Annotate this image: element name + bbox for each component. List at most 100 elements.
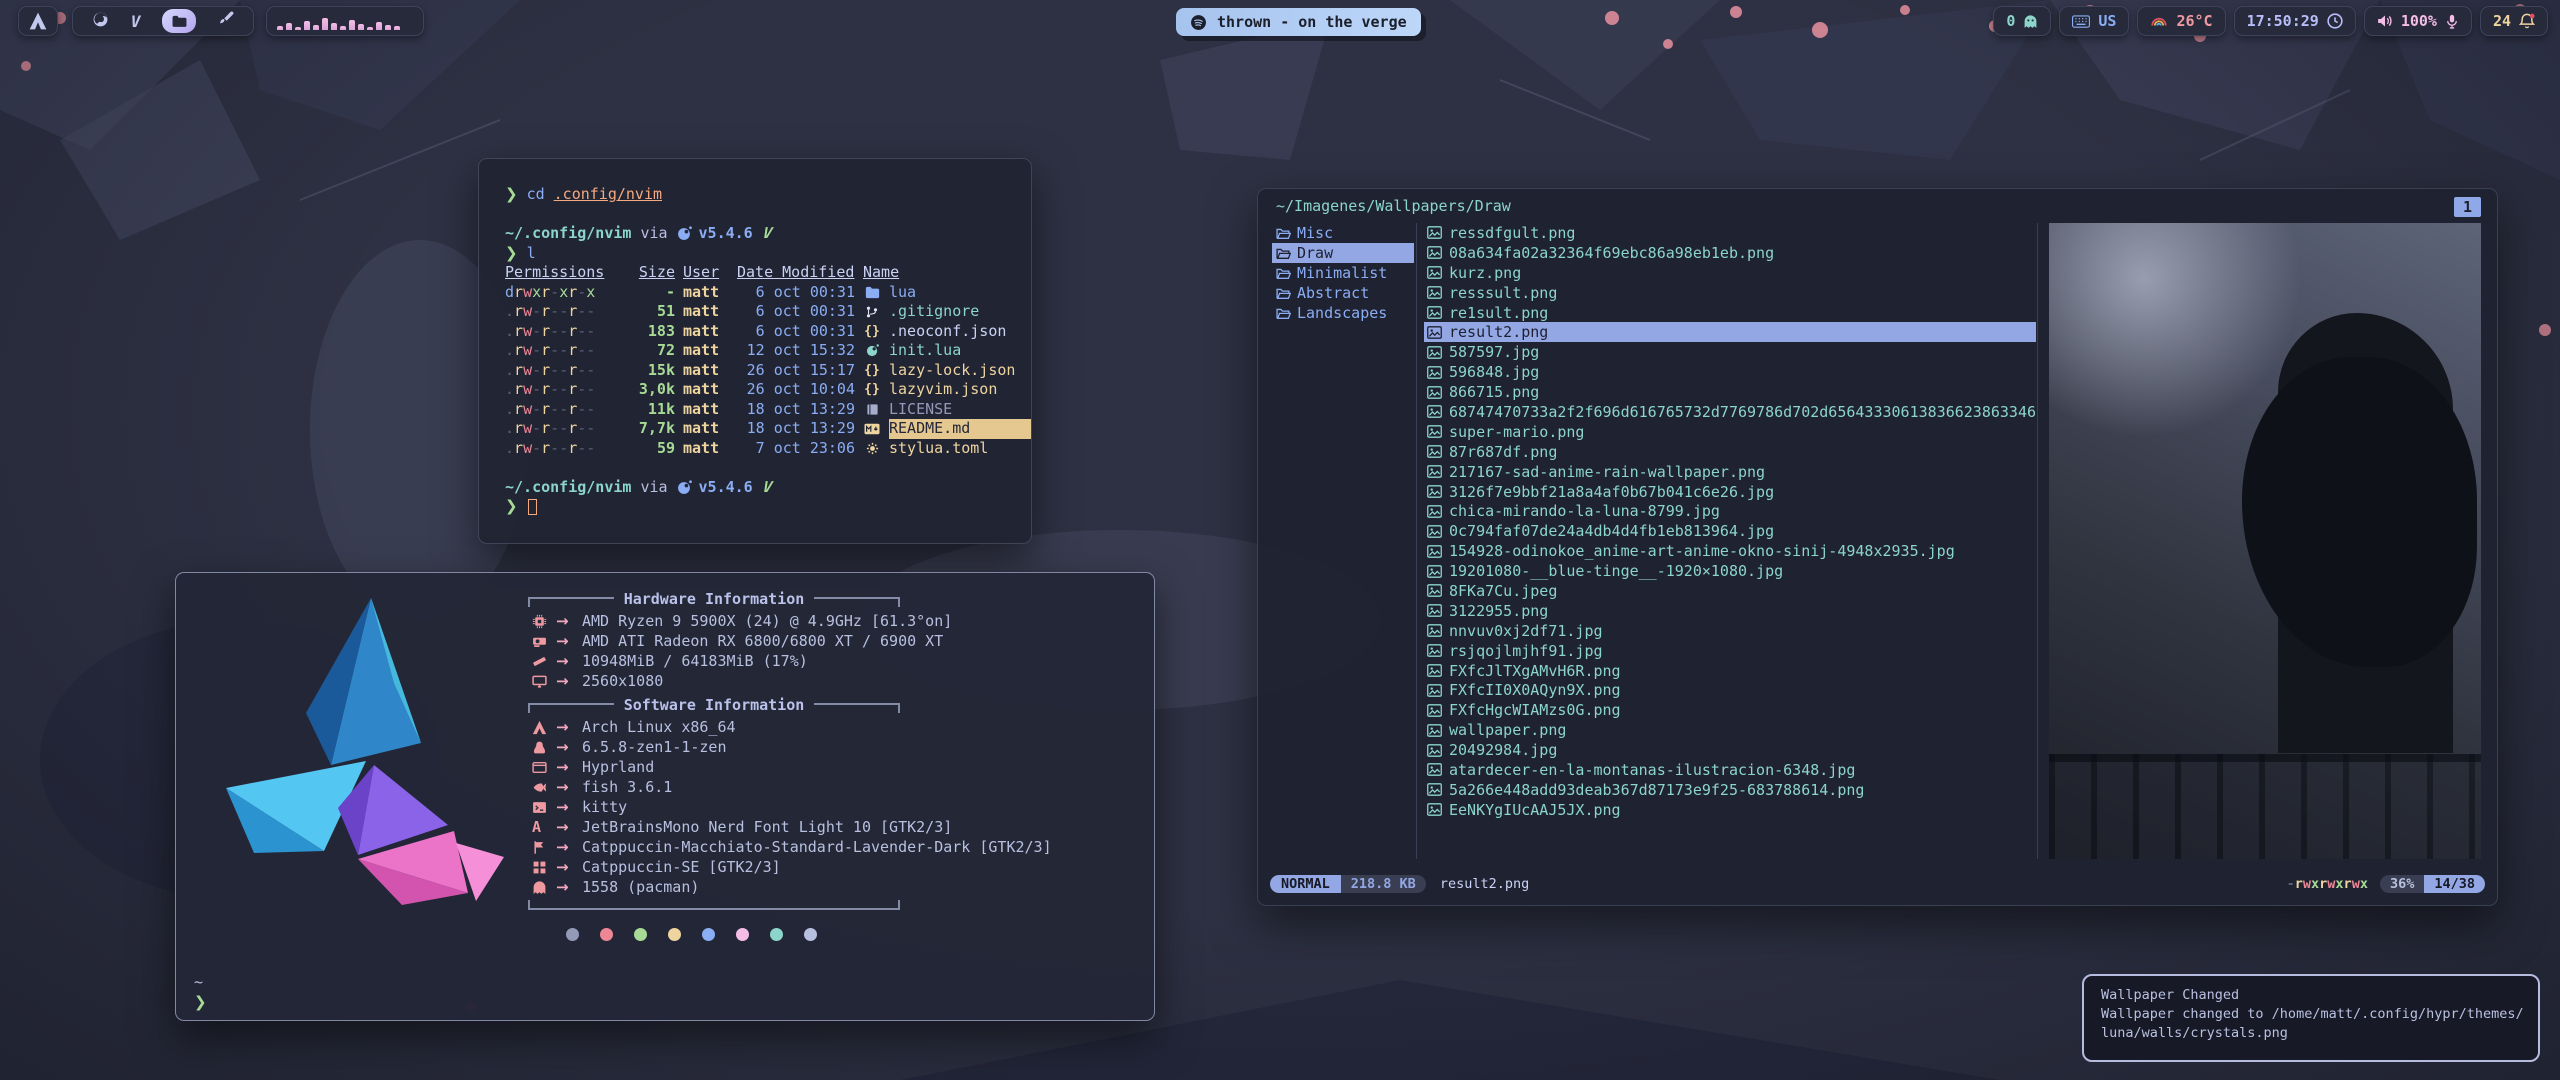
- file-item[interactable]: 3122955.png: [1424, 601, 2036, 621]
- keyboard-icon: [2072, 15, 2090, 28]
- file-item[interactable]: 3126f7e9bbf21a8a4af0b67b041c6e26.jpg: [1424, 482, 2036, 502]
- parent-directory-list: Misc Draw Minimalist: [1272, 223, 1414, 323]
- file-item[interactable]: 87r687df.png: [1424, 442, 2036, 462]
- updates-module[interactable]: 0: [1993, 6, 2051, 36]
- notification-popup[interactable]: Wallpaper Changed Wallpaper changed to /…: [2082, 974, 2540, 1062]
- folder-name: Misc: [1297, 224, 1333, 242]
- file-item[interactable]: wallpaper.png: [1424, 720, 2036, 740]
- file-item[interactable]: 866715.png: [1424, 382, 2036, 402]
- vim-icon[interactable]: V: [131, 12, 141, 31]
- image-file-icon: [1427, 326, 1442, 339]
- file-item[interactable]: 20492984.jpg: [1424, 740, 2036, 760]
- tux-icon: [532, 740, 547, 755]
- crystals-logo: [206, 593, 506, 913]
- keyboard-layout-module[interactable]: US: [2059, 6, 2129, 36]
- file-item[interactable]: 8FKa7Cu.jpeg: [1424, 581, 2036, 601]
- folder-open-icon: [1276, 247, 1291, 260]
- file-item[interactable]: re1sult.png: [1424, 303, 2036, 323]
- notifications-module[interactable]: 24: [2480, 6, 2548, 36]
- system-info-window[interactable]: Hardware Information AMD Ryzen 9 5900X (…: [175, 572, 1155, 1021]
- memory-row: 10948MiB / 64183MiB (17%): [532, 651, 1138, 671]
- statusbar-modules: 0 US 26°C 17:50:29 100%: [1993, 6, 2548, 36]
- file-item[interactable]: 596848.jpg: [1424, 362, 2036, 382]
- image-file-icon: [1427, 604, 1442, 617]
- file-item[interactable]: 154928-odinokoe_anime-art-anime-okno-sin…: [1424, 541, 2036, 561]
- lua-moon-icon: [863, 344, 881, 357]
- file-item[interactable]: 217167-sad-anime-rain-wallpaper.png: [1424, 462, 2036, 482]
- sidebar-folder-item[interactable]: Abstract: [1272, 283, 1414, 303]
- file-item[interactable]: result2.png: [1424, 322, 2036, 342]
- palette-dot: [600, 928, 613, 941]
- arrow-icon: [556, 652, 582, 670]
- image-file-icon: [1427, 684, 1442, 697]
- image-file-icon: [1427, 584, 1442, 597]
- file-item[interactable]: 587597.jpg: [1424, 342, 2036, 362]
- audio-visualizer[interactable]: [266, 6, 424, 36]
- palette-dot: [770, 928, 783, 941]
- file-item[interactable]: kurz.png: [1424, 263, 2036, 283]
- file-item[interactable]: FXfcII0X0AQyn9X.png: [1424, 680, 2036, 700]
- terminal-window[interactable]: ❯cd.config/nvim ~/.config/nvimviav5.4.6V…: [478, 158, 1032, 544]
- image-file-icon: [1427, 704, 1442, 717]
- sidebar-folder-item[interactable]: Landscapes: [1272, 303, 1414, 323]
- display-row: 2560x1080: [532, 671, 1138, 691]
- image-file-icon: [1427, 545, 1442, 558]
- file-item[interactable]: chica-mirando-la-luna-8799.jpg: [1424, 501, 2036, 521]
- file-name: atardecer-en-la-montanas-ilustracion-634…: [1449, 761, 1855, 779]
- file-item[interactable]: EeNKYgIUcAAJ5JX.png: [1424, 800, 2036, 820]
- file-name: 3122955.png: [1449, 602, 1548, 620]
- file-item[interactable]: FXfcHgcWIAMzs0G.png: [1424, 700, 2036, 720]
- volume-module[interactable]: 100%: [2364, 6, 2472, 36]
- file-item[interactable]: resssult.png: [1424, 283, 2036, 303]
- file-item[interactable]: rsjqojlmjhf91.jpg: [1424, 641, 2036, 661]
- file-item[interactable]: atardecer-en-la-montanas-ilustracion-634…: [1424, 760, 2036, 780]
- mode-badge: NORMAL: [1270, 875, 1341, 893]
- notification-body: Wallpaper changed to /home/matt/.config/…: [2101, 1005, 2525, 1043]
- file-item[interactable]: 19201080-__blue-tinge__-1920×1080.jpg: [1424, 561, 2036, 581]
- firefox-icon[interactable]: [92, 11, 109, 32]
- file-item[interactable]: nnvuv0xj2df71.jpg: [1424, 621, 2036, 641]
- image-file-icon: [1427, 465, 1442, 478]
- file-item[interactable]: super-mario.png: [1424, 422, 2036, 442]
- file-item[interactable]: 08a634fa02a32364f69ebc86a98eb1eb.png: [1424, 243, 2036, 263]
- clock-module[interactable]: 17:50:29: [2234, 6, 2356, 36]
- gear-icon: [863, 442, 881, 455]
- clock-time: 17:50:29: [2247, 12, 2319, 30]
- file-name: 0c794faf07de24a4db4d4fb1eb813964.jpg: [1449, 522, 1774, 540]
- image-file-icon: [1427, 346, 1442, 359]
- file-item[interactable]: 5a266e448add93deab367d87173e9f25-6837886…: [1424, 780, 2036, 800]
- file-item[interactable]: 68747470733a2f2f696d616765732d7769786d70…: [1424, 402, 2036, 422]
- clock-icon: [2327, 13, 2343, 29]
- kernel-row: 6.5.8-zen1-1-zen: [532, 737, 1138, 757]
- file-row: .rw-r--r-- 51 matt 6 oct 00:31 .gitignor…: [505, 302, 1031, 322]
- file-row: .rw-r--r-- 183 matt 6 oct 00:31 {} .neoc…: [505, 322, 1031, 342]
- image-file-icon: [1427, 306, 1442, 319]
- image-file-icon: [1427, 664, 1442, 677]
- file-item[interactable]: FXfcJlTXgAMvH6R.png: [1424, 661, 2036, 681]
- sidebar-folder-item[interactable]: Minimalist: [1272, 263, 1414, 283]
- folder-name: Minimalist: [1297, 264, 1387, 282]
- tab-badge[interactable]: 1: [2454, 197, 2481, 217]
- pacman-ghost-icon: [532, 880, 547, 895]
- sidebar-folder-item[interactable]: Misc: [1272, 223, 1414, 243]
- file-item[interactable]: ressdfgult.png: [1424, 223, 2036, 243]
- visualizer-bar: [295, 27, 301, 30]
- weather-module[interactable]: 26°C: [2137, 6, 2225, 36]
- now-playing-pill[interactable]: thrown - on the verge: [1176, 8, 1421, 36]
- palette-dot: [702, 928, 715, 941]
- arrow-icon: [556, 838, 582, 856]
- palette-dot: [668, 928, 681, 941]
- color-picker-icon[interactable]: [218, 11, 234, 31]
- sidebar-folder-item[interactable]: Draw: [1272, 243, 1414, 263]
- app-launcher-button[interactable]: [18, 6, 58, 36]
- notification-title: Wallpaper Changed: [2101, 986, 2521, 1005]
- file-name: nnvuv0xj2df71.jpg: [1449, 622, 1603, 640]
- file-item[interactable]: 0c794faf07de24a4db4d4fb1eb813964.jpg: [1424, 521, 2036, 541]
- folder-name: Landscapes: [1297, 304, 1387, 322]
- file-name: rsjqojlmjhf91.jpg: [1449, 642, 1603, 660]
- file-manager-window[interactable]: ~/Imagenes/Wallpapers/Draw 1 Misc Draw: [1257, 188, 2498, 906]
- image-file-icon: [1427, 624, 1442, 637]
- files-button-active[interactable]: [162, 9, 196, 33]
- figure-silhouette: [2278, 313, 2453, 753]
- font-icon: A: [532, 818, 556, 836]
